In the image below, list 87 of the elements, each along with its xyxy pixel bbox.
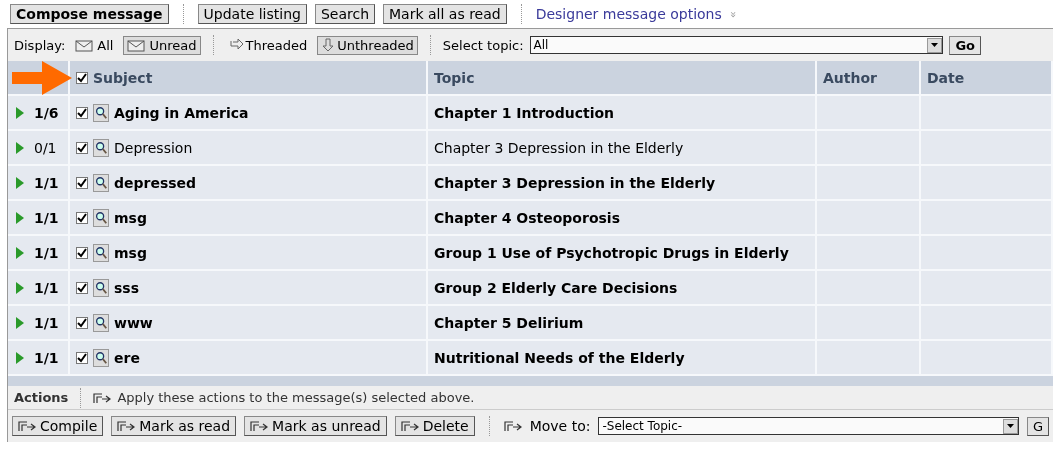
subject-link[interactable]: www — [114, 314, 153, 331]
expand-arrow-icon[interactable] — [16, 176, 24, 189]
filter-toggle[interactable]: Unread — [123, 35, 201, 55]
expand-arrow-icon[interactable] — [16, 141, 24, 154]
magnifier-icon[interactable] — [93, 138, 109, 157]
subject-link[interactable]: sss — [114, 279, 139, 296]
subject-link[interactable]: msg — [114, 209, 147, 226]
action-arrow-icon — [93, 391, 112, 404]
topic-text: Chapter 1 Introduction — [434, 104, 615, 121]
column-header[interactable]: Topic — [434, 69, 475, 86]
message-count: 1/1 — [34, 314, 59, 331]
action-arrow-icon — [18, 420, 36, 432]
topic-text: Chapter 5 Delirium — [434, 314, 584, 331]
subject-link[interactable]: Depression — [114, 139, 193, 156]
topic-select[interactable]: All — [529, 36, 944, 54]
subject-link[interactable]: msg — [114, 244, 147, 261]
action-button[interactable]: Delete — [394, 416, 475, 436]
topic-text: Group 2 Elderly Care Decisions — [434, 279, 678, 296]
magnifier-icon[interactable] — [93, 313, 109, 332]
action-button[interactable]: Compile — [12, 416, 104, 436]
view-toggle[interactable]: Unthreaded — [317, 35, 418, 55]
message-count: 1/1 — [34, 174, 59, 191]
checkbox[interactable] — [76, 106, 88, 119]
checkbox[interactable] — [76, 246, 88, 259]
checkbox[interactable] — [76, 176, 88, 189]
view-toggle[interactable]: Threaded — [225, 35, 312, 55]
down-arrow-icon — [321, 38, 336, 52]
toolbar-button[interactable]: Compose message — [10, 4, 169, 24]
message-count: 1/1 — [34, 279, 59, 296]
magnifier-icon[interactable] — [93, 278, 109, 297]
topic-text: Group 1 Use of Psychotropic Drugs in Elderly — [434, 244, 789, 261]
dropdown-caret-icon[interactable] — [927, 37, 943, 53]
actions-hint: Apply these actions to the message(s) selected above. — [117, 390, 475, 405]
column-header[interactable]: Author — [823, 69, 877, 86]
column-header[interactable]: Date — [927, 69, 965, 86]
checkbox[interactable] — [76, 211, 88, 224]
magnifier-icon[interactable] — [93, 243, 109, 262]
magnifier-icon[interactable] — [93, 348, 109, 367]
subject-link[interactable]: ere — [114, 349, 140, 366]
go-button[interactable]: G — [1026, 416, 1049, 436]
expand-arrow-icon[interactable] — [16, 281, 24, 294]
move-label: Move to: — [529, 418, 591, 434]
topic-label: Select topic: — [442, 37, 524, 53]
action-arrow-icon — [250, 420, 269, 432]
expand-arrow-icon[interactable] — [16, 351, 24, 364]
move-select[interactable]: -Select Topic- — [598, 417, 1019, 435]
message-count: 1/1 — [34, 244, 59, 261]
action-arrow-icon — [400, 420, 419, 432]
message-count: 1/6 — [34, 104, 59, 121]
toolbar-button[interactable]: Update listing — [197, 4, 307, 24]
checkbox[interactable] — [76, 281, 88, 294]
toolbar-button[interactable]: Search — [314, 4, 376, 24]
subject-link[interactable]: Aging in America — [114, 104, 249, 121]
filter-toggle[interactable]: All — [71, 35, 118, 55]
action-arrow-icon — [503, 420, 522, 432]
checkbox[interactable] — [76, 141, 88, 154]
action-button[interactable]: Mark as read — [111, 416, 237, 436]
options-link[interactable]: Designer message options — [535, 6, 722, 22]
pointer-arrow-icon — [12, 61, 74, 95]
envelope-icon — [75, 38, 96, 52]
checkbox[interactable] — [76, 351, 88, 364]
actions-label: Actions — [14, 390, 69, 405]
magnifier-icon[interactable] — [93, 103, 109, 122]
expand-arrow-icon[interactable] — [16, 106, 24, 119]
column-header[interactable]: Subject — [93, 69, 153, 86]
topic-text: Chapter 3 Depression in the Elderly — [434, 174, 716, 191]
subject-link[interactable]: depressed — [114, 174, 197, 191]
topic-text: Chapter 4 Osteoporosis — [434, 209, 620, 226]
message-count: 1/1 — [34, 349, 59, 366]
toolbar-button[interactable]: Mark all as read — [383, 4, 507, 24]
expand-arrow-icon[interactable] — [16, 316, 24, 329]
magnifier-icon[interactable] — [93, 208, 109, 227]
topic-text: Nutritional Needs of the Elderly — [434, 349, 685, 366]
go-button[interactable]: Go — [949, 35, 981, 55]
topic-text: Chapter 3 Depression in the Elderly — [434, 139, 684, 156]
expand-arrow-icon[interactable] — [16, 246, 24, 259]
dropdown-caret-icon[interactable] — [1002, 418, 1018, 434]
envelope-icon — [127, 38, 148, 52]
message-count: 0/1 — [34, 139, 57, 156]
message-count: 1/1 — [34, 209, 59, 226]
action-button[interactable]: Mark as unread — [244, 416, 387, 436]
action-arrow-icon — [117, 420, 136, 432]
checkbox[interactable] — [76, 316, 88, 329]
magnifier-icon[interactable] — [93, 173, 109, 192]
checkbox[interactable] — [76, 71, 88, 84]
display-label: Display: — [14, 37, 66, 53]
expand-arrow-icon[interactable] — [16, 211, 24, 224]
